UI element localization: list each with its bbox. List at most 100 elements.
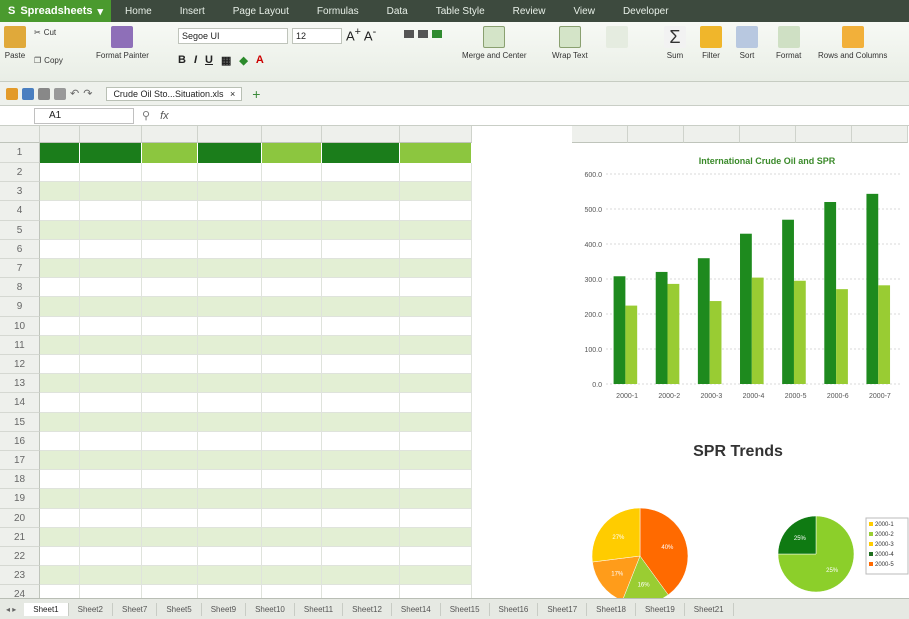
table-cell[interactable] bbox=[80, 182, 142, 202]
row-header[interactable]: 10 bbox=[0, 316, 40, 336]
zoom-icon[interactable]: ⚲ bbox=[142, 109, 150, 122]
table-cell[interactable] bbox=[80, 355, 142, 375]
row-header[interactable]: 16 bbox=[0, 431, 40, 451]
table-cell[interactable] bbox=[142, 566, 198, 586]
table-cell[interactable] bbox=[400, 297, 472, 317]
menu-tab-table-style[interactable]: Table Style bbox=[422, 6, 499, 17]
row-header[interactable]: 22 bbox=[0, 547, 40, 567]
table-cell[interactable] bbox=[322, 451, 400, 471]
table-cell[interactable] bbox=[400, 355, 472, 375]
table-cell-date[interactable] bbox=[40, 489, 80, 509]
wrap-text-button[interactable]: Wrap Text bbox=[552, 26, 588, 60]
open-icon[interactable] bbox=[6, 87, 18, 100]
table-cell[interactable] bbox=[322, 374, 400, 394]
filter-button[interactable]: Filter bbox=[700, 26, 722, 60]
new-tab-icon[interactable]: + bbox=[252, 86, 260, 102]
table-cell[interactable] bbox=[400, 259, 472, 279]
table-cell[interactable] bbox=[400, 393, 472, 413]
table-header-cell[interactable] bbox=[262, 143, 322, 163]
table-cell[interactable] bbox=[80, 489, 142, 509]
table-cell[interactable] bbox=[198, 163, 262, 183]
merge-center-button[interactable]: Merge and Center bbox=[462, 26, 526, 60]
row-header[interactable]: 14 bbox=[0, 393, 40, 413]
row-header[interactable]: 21 bbox=[0, 527, 40, 547]
table-cell[interactable] bbox=[322, 431, 400, 451]
table-cell[interactable] bbox=[198, 201, 262, 221]
table-cell[interactable] bbox=[322, 566, 400, 586]
row-header[interactable]: 5 bbox=[0, 220, 40, 240]
sheet-tab-sheet7[interactable]: Sheet7 bbox=[113, 602, 158, 616]
table-cell[interactable] bbox=[262, 259, 322, 279]
table-cell[interactable] bbox=[80, 470, 142, 490]
table-cell[interactable] bbox=[322, 393, 400, 413]
row-header[interactable]: 13 bbox=[0, 374, 40, 394]
sheet-tab-sheet19[interactable]: Sheet19 bbox=[636, 602, 685, 616]
table-cell[interactable] bbox=[262, 335, 322, 355]
table-cell[interactable] bbox=[80, 547, 142, 567]
table-cell-date[interactable] bbox=[40, 393, 80, 413]
cut-button[interactable]: ✂ Cut bbox=[34, 28, 56, 37]
table-cell[interactable] bbox=[142, 239, 198, 259]
table-cell[interactable] bbox=[400, 470, 472, 490]
table-cell[interactable] bbox=[322, 355, 400, 375]
table-cell[interactable] bbox=[262, 182, 322, 202]
table-cell[interactable] bbox=[80, 431, 142, 451]
table-cell-date[interactable] bbox=[40, 220, 80, 240]
table-cell[interactable] bbox=[322, 335, 400, 355]
table-cell[interactable] bbox=[400, 527, 472, 547]
format-button[interactable]: Format bbox=[776, 26, 801, 60]
table-cell[interactable] bbox=[400, 316, 472, 336]
table-cell[interactable] bbox=[80, 393, 142, 413]
table-cell[interactable] bbox=[198, 470, 262, 490]
paste-button[interactable]: Paste bbox=[4, 26, 26, 60]
table-cell-date[interactable] bbox=[40, 508, 80, 528]
table-cell[interactable] bbox=[400, 412, 472, 432]
sheet-tab-sheet18[interactable]: Sheet18 bbox=[587, 602, 636, 616]
document-tab[interactable]: Crude Oil Sto...Situation.xls × bbox=[106, 86, 243, 101]
table-cell[interactable] bbox=[142, 278, 198, 298]
table-cell[interactable] bbox=[198, 451, 262, 471]
column-header-L[interactable] bbox=[796, 126, 852, 143]
table-cell-date[interactable] bbox=[40, 566, 80, 586]
table-cell[interactable] bbox=[142, 163, 198, 183]
font-size-select[interactable]: 12 bbox=[292, 28, 342, 44]
table-cell[interactable] bbox=[142, 297, 198, 317]
row-header[interactable]: 20 bbox=[0, 508, 40, 528]
table-cell[interactable] bbox=[322, 259, 400, 279]
row-header[interactable]: 7 bbox=[0, 259, 40, 279]
table-cell-date[interactable] bbox=[40, 297, 80, 317]
table-cell[interactable] bbox=[198, 566, 262, 586]
menu-tab-home[interactable]: Home bbox=[111, 6, 166, 17]
select-all-corner[interactable] bbox=[0, 126, 40, 143]
redo-icon[interactable]: ↷ bbox=[83, 87, 92, 100]
table-cell-date[interactable] bbox=[40, 278, 80, 298]
number-format-button[interactable] bbox=[606, 26, 628, 51]
sheet-tab-sheet10[interactable]: Sheet10 bbox=[246, 602, 295, 616]
save-icon[interactable] bbox=[22, 87, 34, 100]
table-cell[interactable] bbox=[262, 451, 322, 471]
menu-tab-formulas[interactable]: Formulas bbox=[303, 6, 373, 17]
table-cell[interactable] bbox=[400, 201, 472, 221]
row-header[interactable]: 19 bbox=[0, 489, 40, 509]
sheet-tab-sheet9[interactable]: Sheet9 bbox=[202, 602, 247, 616]
table-header-cell[interactable] bbox=[400, 143, 472, 163]
table-cell[interactable] bbox=[262, 566, 322, 586]
table-cell[interactable] bbox=[142, 374, 198, 394]
table-cell-date[interactable] bbox=[40, 451, 80, 471]
table-header-cell[interactable] bbox=[198, 143, 262, 163]
sheet-tab-sheet12[interactable]: Sheet12 bbox=[343, 602, 392, 616]
table-cell[interactable] bbox=[262, 163, 322, 183]
table-cell[interactable] bbox=[400, 547, 472, 567]
table-cell-date[interactable] bbox=[40, 374, 80, 394]
table-cell-date[interactable] bbox=[40, 412, 80, 432]
format-painter-button[interactable]: Format Painter bbox=[96, 26, 149, 60]
table-cell[interactable] bbox=[400, 239, 472, 259]
row-header[interactable]: 4 bbox=[0, 201, 40, 221]
table-cell[interactable] bbox=[198, 412, 262, 432]
fill-color-icon[interactable]: ◆ bbox=[239, 54, 247, 67]
sum-button[interactable]: Σ Sum bbox=[664, 26, 686, 60]
table-cell[interactable] bbox=[400, 431, 472, 451]
table-cell[interactable] bbox=[400, 163, 472, 183]
table-cell[interactable] bbox=[198, 335, 262, 355]
table-cell-date[interactable] bbox=[40, 470, 80, 490]
